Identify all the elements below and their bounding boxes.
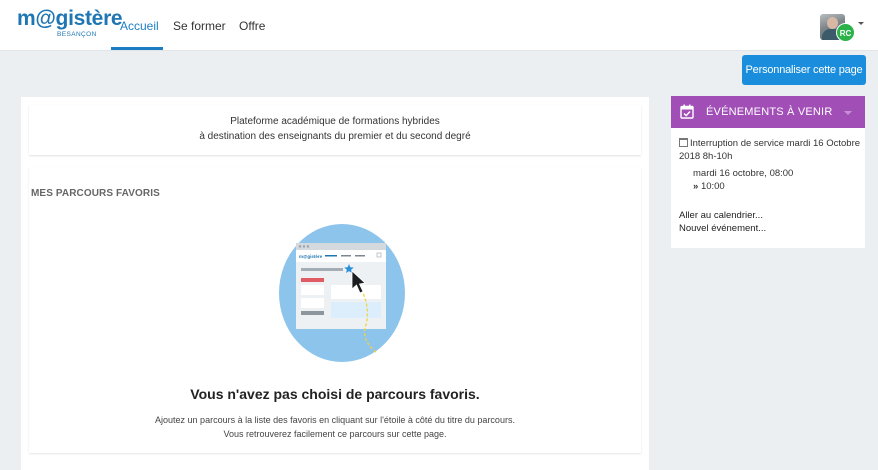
favorites-block: MES PARCOURS FAVORIS m@gistère Vous n'av… xyxy=(29,167,641,453)
tab-se-former[interactable]: Se former xyxy=(173,19,226,33)
empty-favorites-line-1: Ajoutez un parcours à la liste des favor… xyxy=(155,415,515,425)
event-title[interactable]: Interruption de service mardi 16 Octobre… xyxy=(679,138,860,162)
main-content: Plateforme académique de formations hybr… xyxy=(21,97,649,470)
upcoming-events-block: ÉVÉNEMENTS À VENIR Interruption de servi… xyxy=(671,96,865,248)
calendar-icon xyxy=(679,138,688,147)
event-time-value: 10:00 xyxy=(700,181,725,192)
empty-favorites-line-2: Vous retrouverez facilement ce parcours … xyxy=(223,429,447,439)
tab-offre[interactable]: Offre xyxy=(239,19,265,33)
active-tab-indicator xyxy=(111,47,163,50)
illustration-logo: m@gistère xyxy=(299,254,323,259)
empty-favorites-illustration: m@gistère xyxy=(279,224,405,362)
site-logo[interactable]: m@gistère BESANÇON xyxy=(17,7,123,46)
event-time-prefix: » xyxy=(693,181,699,192)
logo-subtext: BESANÇON xyxy=(57,31,97,38)
intro-block: Plateforme académique de formations hybr… xyxy=(29,105,641,155)
user-menu[interactable]: RC xyxy=(820,14,864,42)
calendar-link[interactable]: Aller au calendrier... xyxy=(679,210,763,221)
tab-accueil[interactable]: Accueil xyxy=(120,19,159,33)
intro-line-1: Plateforme académique de formations hybr… xyxy=(230,116,440,127)
empty-favorites-description: Ajoutez un parcours à la liste des favor… xyxy=(29,413,641,441)
logo-text: m@gistère xyxy=(17,7,123,30)
favorites-title: MES PARCOURS FAVORIS xyxy=(31,188,160,199)
new-event-link[interactable]: Nouvel événement... xyxy=(679,223,766,234)
top-navbar: m@gistère BESANÇON Accueil Se former Off… xyxy=(0,0,878,51)
chevron-down-icon xyxy=(858,22,864,25)
event-end-time: » 10:00 xyxy=(693,181,725,192)
empty-favorites-title: Vous n'avez pas choisi de parcours favor… xyxy=(190,386,480,402)
user-initials-badge: RC xyxy=(836,23,855,42)
collapse-icon[interactable] xyxy=(844,111,852,115)
customize-page-button[interactable]: Personnaliser cette page xyxy=(742,55,866,85)
events-title: ÉVÉNEMENTS À VENIR xyxy=(706,106,833,118)
event-date: mardi 16 octobre, 08:00 xyxy=(693,168,794,179)
events-header: ÉVÉNEMENTS À VENIR xyxy=(671,96,865,128)
intro-line-2: à destination des enseignants du premier… xyxy=(199,131,471,142)
event-item[interactable]: Interruption de service mardi 16 Octobre… xyxy=(679,138,861,163)
calendar-check-icon xyxy=(680,104,694,119)
